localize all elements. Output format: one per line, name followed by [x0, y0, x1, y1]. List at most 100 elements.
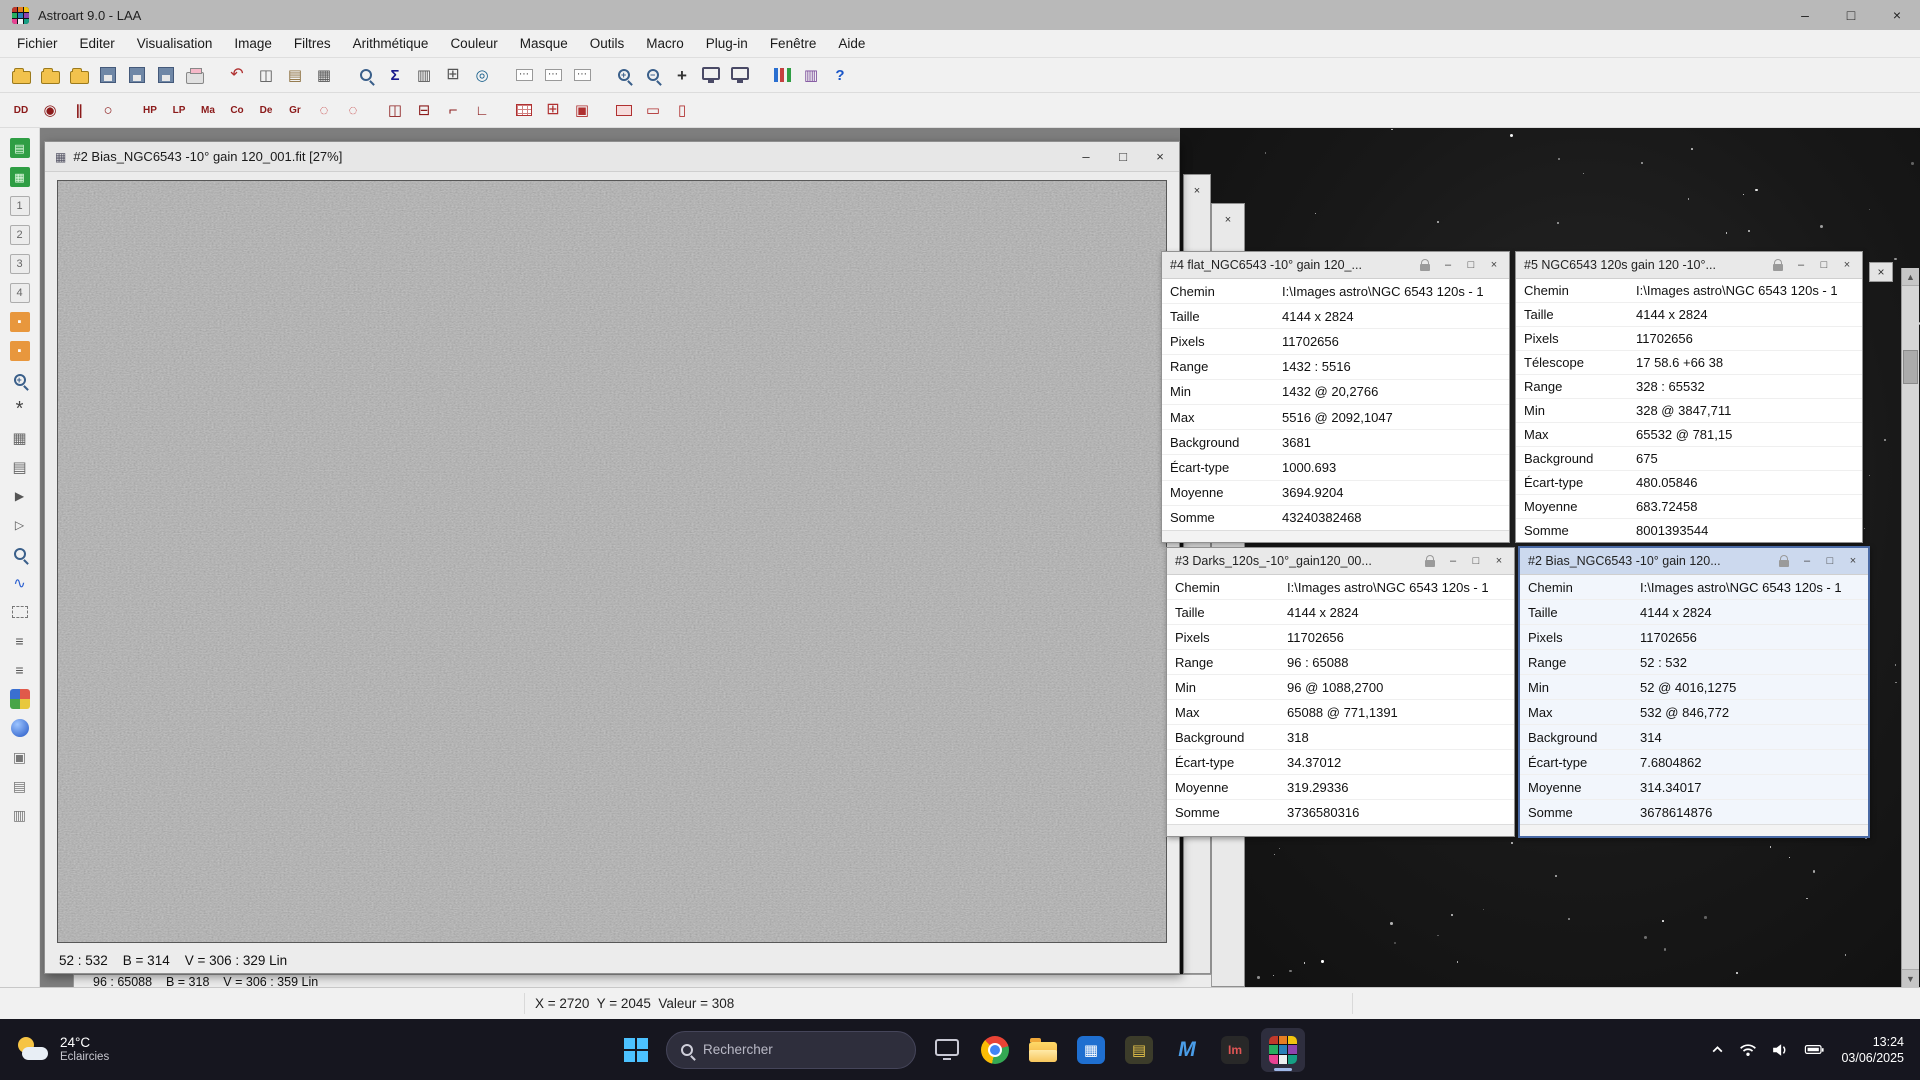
stats-panel-titlebar[interactable]: #3 Darks_120s_-10°_gain120_00... – □ ×: [1167, 548, 1514, 575]
grid-lines-icon[interactable]: ▤: [7, 455, 33, 479]
panel-maximize-button[interactable]: □: [1466, 552, 1486, 570]
open-recent-icon[interactable]: [66, 62, 92, 88]
buffer-4-icon[interactable]: 4: [7, 281, 33, 305]
panel-close-button[interactable]: ×: [1484, 256, 1504, 274]
menu-visualisation[interactable]: Visualisation: [126, 30, 224, 57]
select-mode-icon[interactable]: ⋯: [511, 62, 537, 88]
menu-image[interactable]: Image: [223, 30, 283, 57]
panel-minimize-button[interactable]: –: [1791, 256, 1811, 274]
annotation-2-icon[interactable]: ≡: [7, 658, 33, 682]
battery-icon[interactable]: [1803, 1043, 1826, 1056]
grid-view-icon[interactable]: ⊞: [440, 62, 466, 88]
taskbar-search[interactable]: [666, 1031, 916, 1069]
buffer-orange-2-icon[interactable]: ▪: [7, 339, 33, 363]
scroll-down-icon[interactable]: ▼: [1902, 969, 1919, 987]
select-mode-2-icon[interactable]: ⋯: [540, 62, 566, 88]
panel-close-button[interactable]: ×: [1489, 552, 1509, 570]
tray-chevron-icon[interactable]: [1711, 1045, 1724, 1054]
loupe-icon[interactable]: [7, 542, 33, 566]
save-as-icon[interactable]: [124, 62, 150, 88]
menu-outils[interactable]: Outils: [579, 30, 636, 57]
menu-fichier[interactable]: Fichier: [6, 30, 69, 57]
tool-c-icon[interactable]: ▥: [7, 803, 33, 827]
zoom-out-icon[interactable]: −: [640, 62, 666, 88]
paste-icon[interactable]: ▤: [282, 62, 308, 88]
image-canvas[interactable]: [57, 180, 1167, 943]
taskbar-app-gold-icon[interactable]: ▤: [1117, 1028, 1161, 1072]
taskbar-astroart-icon[interactable]: [1261, 1028, 1305, 1072]
ma-filter-icon[interactable]: Ma: [195, 97, 221, 123]
gr-filter-icon[interactable]: Gr: [282, 97, 308, 123]
chart-icon[interactable]: [769, 62, 795, 88]
hp-filter-icon[interactable]: HP: [137, 97, 163, 123]
start-button[interactable]: [615, 1029, 657, 1071]
duplicate-icon[interactable]: ▦: [311, 62, 337, 88]
tool-b-icon[interactable]: ▤: [7, 774, 33, 798]
buffer-1-icon[interactable]: 1: [7, 194, 33, 218]
panel-pin-button[interactable]: [1415, 256, 1435, 274]
select-mode-3-icon[interactable]: ⋯: [569, 62, 595, 88]
statistics-icon[interactable]: Σ: [382, 62, 408, 88]
fit-screen-icon[interactable]: [698, 62, 724, 88]
selection-icon[interactable]: [7, 600, 33, 624]
sky-vertical-scrollbar[interactable]: ▲ ▼: [1901, 268, 1919, 987]
taskbar-weather-widget[interactable]: 24°C Eclaircies: [16, 1035, 109, 1064]
taskbar-explorer-icon[interactable]: [1021, 1028, 1065, 1072]
red-panel-icon[interactable]: ▯: [669, 97, 695, 123]
stats-panel-titlebar[interactable]: #5 NGC6543 120s gain 120 -10°... – □ ×: [1516, 252, 1862, 279]
circle-icon[interactable]: ○: [95, 97, 121, 123]
wifi-icon[interactable]: [1739, 1043, 1757, 1057]
split-vertical-icon[interactable]: ◫: [382, 97, 408, 123]
buffer-2-icon[interactable]: 2: [7, 223, 33, 247]
palette-icon[interactable]: [7, 687, 33, 711]
taskbar-search-input[interactable]: [703, 1042, 901, 1057]
panel-close-button[interactable]: ×: [1843, 552, 1863, 570]
buffer-3-icon[interactable]: 3: [7, 252, 33, 276]
panel-pin-button[interactable]: [1420, 552, 1440, 570]
taskbar-app-m-icon[interactable]: M: [1165, 1028, 1209, 1072]
menu-macro[interactable]: Macro: [635, 30, 695, 57]
zoom-star-icon[interactable]: +: [7, 368, 33, 392]
scrollbar-thumb[interactable]: [1903, 350, 1918, 384]
menu-editer[interactable]: Editer: [69, 30, 126, 57]
lp-filter-icon[interactable]: LP: [166, 97, 192, 123]
panel-minimize-button[interactable]: –: [1443, 552, 1463, 570]
sphere-icon[interactable]: [7, 716, 33, 740]
menu-arithmetique[interactable]: Arithmétique: [342, 30, 440, 57]
split-horizontal-icon[interactable]: ⊟: [411, 97, 437, 123]
app-maximize-button[interactable]: □: [1828, 0, 1874, 30]
panel-maximize-button[interactable]: □: [1461, 256, 1481, 274]
grid-points-icon[interactable]: ▦: [7, 426, 33, 450]
grid-red-icon[interactable]: [511, 97, 537, 123]
copy-icon[interactable]: ◫: [253, 62, 279, 88]
panel-maximize-button[interactable]: □: [1820, 552, 1840, 570]
dotted-circle-icon[interactable]: ◌: [311, 97, 337, 123]
panel-minimize-button[interactable]: –: [1797, 552, 1817, 570]
de-filter-icon[interactable]: De: [253, 97, 279, 123]
star-detect-icon[interactable]: *: [7, 397, 33, 421]
cascade-windows-icon[interactable]: ▣: [569, 97, 595, 123]
rect-select-icon[interactable]: [611, 97, 637, 123]
open-file-icon[interactable]: [37, 62, 63, 88]
taskbar-chrome-icon[interactable]: [973, 1028, 1017, 1072]
taskbar-app-blue-icon[interactable]: ▦: [1069, 1028, 1113, 1072]
menu-couleur[interactable]: Couleur: [439, 30, 508, 57]
crop-corner-icon[interactable]: ⌐: [440, 97, 466, 123]
menu-plug-in[interactable]: Plug-in: [695, 30, 759, 57]
panel-pin-button[interactable]: [1768, 256, 1788, 274]
dotted-circle-2-icon[interactable]: ◌: [340, 97, 366, 123]
window-maximize-button[interactable]: □: [1108, 146, 1138, 168]
columns-icon[interactable]: ▥: [798, 62, 824, 88]
zoom-reset-icon[interactable]: +: [669, 62, 695, 88]
tile-windows-icon[interactable]: ⊞: [540, 97, 566, 123]
stats-panel-titlebar[interactable]: #4 flat_NGC6543 -10° gain 120_... – □ ×: [1162, 252, 1509, 279]
preview-icon[interactable]: ◎: [469, 62, 495, 88]
stats-panel-titlebar[interactable]: #2 Bias_NGC6543 -10° gain 120... – □ ×: [1520, 548, 1868, 575]
full-screen-icon[interactable]: [727, 62, 753, 88]
menu-filtres[interactable]: Filtres: [283, 30, 342, 57]
menu-masque[interactable]: Masque: [509, 30, 579, 57]
dd-calibration-icon[interactable]: DD: [8, 97, 34, 123]
buffer-orange-1-icon[interactable]: ▪: [7, 310, 33, 334]
help-icon[interactable]: ?: [827, 62, 853, 88]
taskbar-desktop-icon[interactable]: [925, 1028, 969, 1072]
